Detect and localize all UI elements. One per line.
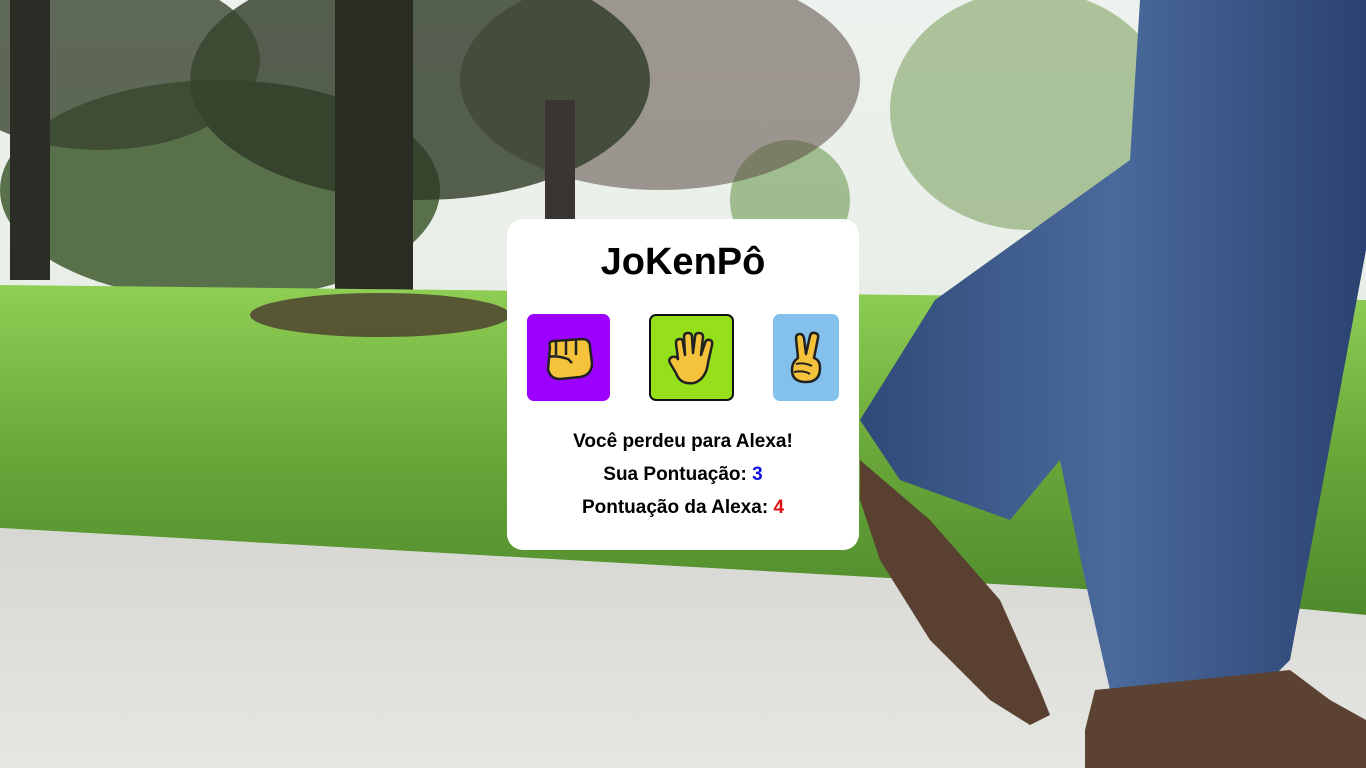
result-message: Você perdeu para Alexa! <box>573 431 793 452</box>
cpu-score-value: 4 <box>773 497 785 518</box>
fist-icon <box>542 333 596 383</box>
scissors-button[interactable] <box>773 314 839 401</box>
player-score-line: Sua Pontuação: 3 <box>507 463 859 487</box>
paper-button[interactable] <box>649 314 734 401</box>
victory-hand-icon <box>786 330 826 386</box>
open-hand-icon <box>667 329 716 387</box>
cpu-score-line: Pontuação da Alexa: 4 <box>507 496 859 520</box>
game-title: JoKenPô <box>600 241 766 283</box>
cpu-score-label: Pontuação da Alexa: <box>581 497 769 518</box>
player-score-value: 3 <box>752 464 763 485</box>
rock-button[interactable] <box>527 314 610 401</box>
player-score-label: Sua Pontuação: <box>603 464 747 485</box>
game-card: JoKenPô Você perdeu para Alexa! Sua Pont… <box>507 219 859 550</box>
